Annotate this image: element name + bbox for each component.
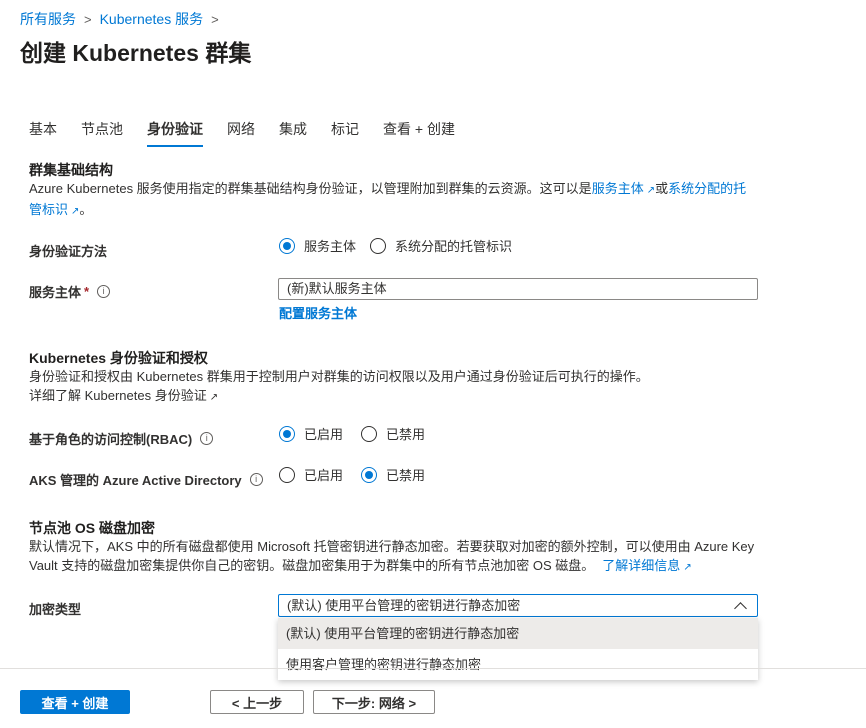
aad-disabled-radio[interactable]: 已禁用 xyxy=(361,465,425,484)
encryption-type-menu: (默认) 使用平台管理的密钥进行静态加密 使用客户管理的密钥进行静态加密 xyxy=(278,618,758,680)
aad-label: AKS 管理的 Azure Active Directory i xyxy=(29,470,263,489)
external-link-icon: ↗ xyxy=(209,392,219,403)
managed-identity-doc-link-part1[interactable]: 系统分配的托 xyxy=(668,181,746,196)
k8s-auth-learn-more-link[interactable]: 详细了解 Kubernetes 身份验证 ↗ xyxy=(29,386,218,407)
radio-checked-icon xyxy=(279,237,295,254)
tab-bar: 基本 节点池 身份验证 网络 集成 标记 查看 + 创建 xyxy=(29,119,479,147)
encryption-option-platform-managed[interactable]: (默认) 使用平台管理的密钥进行静态加密 xyxy=(278,618,758,649)
k8s-auth-title: Kubernetes 身份验证和授权 xyxy=(29,350,208,366)
external-link-icon: ↗ xyxy=(646,185,656,196)
rbac-label: 基于角色的访问控制(RBAC) i xyxy=(29,429,214,448)
tab-integrations[interactable]: 集成 xyxy=(279,119,307,147)
encryption-option-customer-managed[interactable]: 使用客户管理的密钥进行静态加密 xyxy=(278,649,758,680)
service-principal-field[interactable]: (新)默认服务主体 xyxy=(278,278,758,300)
rbac-radio-group: 已启用 已禁用 xyxy=(279,424,439,443)
os-disk-title: 节点池 OS 磁盘加密 xyxy=(29,520,156,536)
tab-tags[interactable]: 标记 xyxy=(331,119,359,147)
breadcrumb: 所有服务 > Kubernetes 服务 > xyxy=(20,9,227,29)
service-principal-doc-link[interactable]: 服务主体 ↗ xyxy=(592,181,655,196)
breadcrumb-separator: > xyxy=(211,11,219,27)
encryption-type-dropdown[interactable]: (默认) 使用平台管理的密钥进行静态加密 xyxy=(278,594,758,617)
page-title: 创建 Kubernetes 群集 xyxy=(20,40,252,66)
tab-node-pools[interactable]: 节点池 xyxy=(81,119,123,147)
tab-basics[interactable]: 基本 xyxy=(29,119,57,147)
auth-method-managed-identity-radio[interactable]: 系统分配的托管标识 xyxy=(370,236,512,255)
radio-checked-icon xyxy=(361,466,378,483)
radio-unchecked-icon xyxy=(361,425,378,442)
k8s-auth-description: 身份验证和授权由 Kubernetes 群集用于控制用户对群集的访问权限以及用户… xyxy=(29,369,649,384)
previous-button[interactable]: < 上一步 xyxy=(210,690,304,714)
or-text: 或 xyxy=(655,181,669,196)
cluster-infra-desc-text: Azure Kubernetes 服务使用指定的群集基础结构身份验证，以管理附加… xyxy=(29,181,592,196)
breadcrumb-separator: > xyxy=(84,11,92,27)
aad-enabled-radio[interactable]: 已启用 xyxy=(279,465,343,484)
breadcrumb-all-services[interactable]: 所有服务 xyxy=(20,9,76,29)
info-icon[interactable]: i xyxy=(200,432,214,445)
breadcrumb-kubernetes-services[interactable]: Kubernetes 服务 xyxy=(100,9,204,29)
cluster-infra-description: Azure Kubernetes 服务使用指定的群集基础结构身份验证，以管理附加… xyxy=(29,179,759,221)
info-icon[interactable]: i xyxy=(249,473,263,486)
service-principal-label: 服务主体 * i xyxy=(29,282,111,301)
period-text: 。 xyxy=(79,202,93,217)
encryption-type-selected-value: (默认) 使用平台管理的密钥进行静态加密 xyxy=(287,597,521,613)
cluster-infra-title: 群集基础结构 xyxy=(29,162,113,178)
radio-checked-icon xyxy=(279,425,295,442)
info-icon[interactable]: i xyxy=(97,285,111,298)
required-marker: * xyxy=(84,284,90,299)
auth-method-label: 身份验证方法 xyxy=(29,244,108,259)
review-create-button[interactable]: 查看 + 创建 xyxy=(20,690,130,714)
external-link-icon: ↗ xyxy=(683,562,692,573)
tab-authentication[interactable]: 身份验证 xyxy=(147,119,203,147)
rbac-enabled-radio[interactable]: 已启用 xyxy=(279,424,343,443)
encryption-type-label: 加密类型 xyxy=(29,602,82,617)
footer-divider xyxy=(0,668,866,669)
managed-identity-doc-link-part2[interactable]: 管标识 ↗ xyxy=(29,202,79,217)
os-disk-learn-more-link[interactable]: 了解详细信息 ↗ xyxy=(602,558,691,573)
radio-unchecked-icon xyxy=(279,466,295,483)
radio-unchecked-icon xyxy=(370,237,387,254)
tab-review-create[interactable]: 查看 + 创建 xyxy=(383,119,455,147)
rbac-disabled-radio[interactable]: 已禁用 xyxy=(361,424,425,443)
auth-method-service-principal-radio[interactable]: 服务主体 xyxy=(279,236,356,255)
aad-radio-group: 已启用 已禁用 xyxy=(279,465,439,484)
next-networking-button[interactable]: 下一步: 网络 > xyxy=(313,690,435,714)
auth-method-radio-group: 服务主体 系统分配的托管标识 xyxy=(279,236,526,255)
tab-networking[interactable]: 网络 xyxy=(227,119,255,147)
os-disk-description: 默认情况下，AKS 中的所有磁盘都使用 Microsoft 托管密钥进行静态加密… xyxy=(29,539,755,573)
chevron-up-icon xyxy=(734,601,747,615)
configure-service-principal-link[interactable]: 配置服务主体 xyxy=(279,303,357,322)
